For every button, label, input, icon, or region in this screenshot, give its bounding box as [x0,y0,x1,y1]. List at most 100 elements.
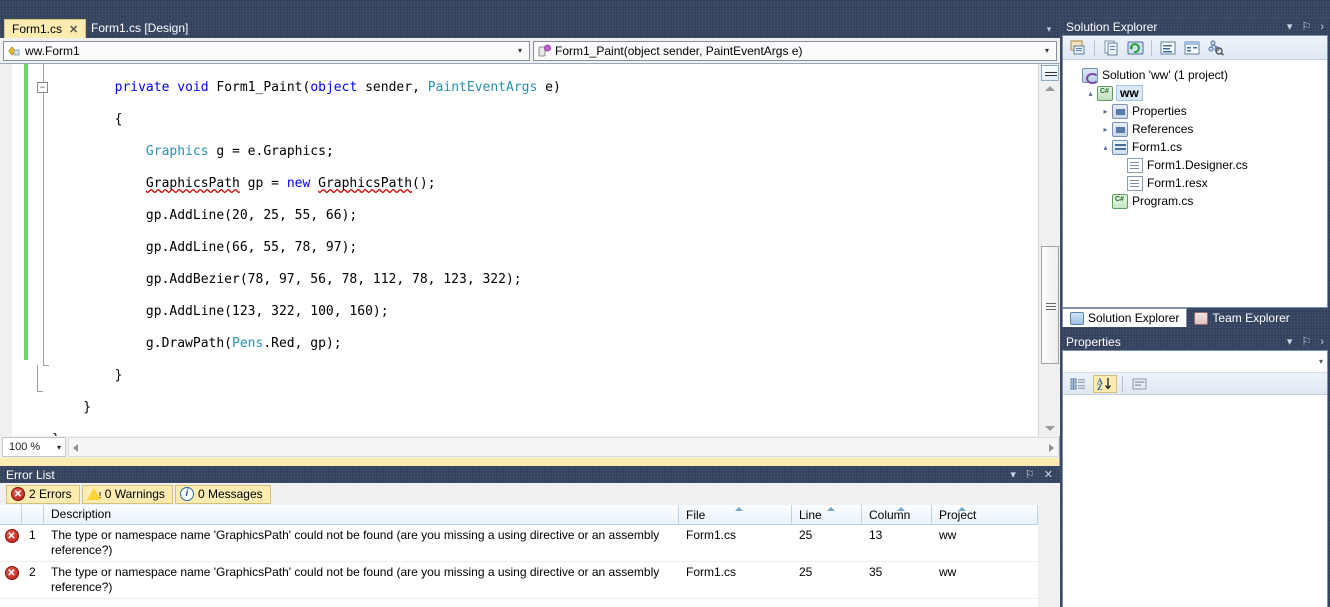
code-line: Graphics g = e.Graphics; [145,144,334,159]
error-icon: ✕ [0,525,22,561]
chevron-down-icon[interactable]: ▾ [1319,357,1323,366]
editor-bottom-accent [0,458,1060,466]
warnings-chip-label: 0 Warnings [104,487,165,501]
table-row[interactable]: ✕ 1 The type or namespace name 'GraphicsPa… [0,525,1038,562]
code-text[interactable]: private void Form1_Paint(object sender, … [52,64,1033,447]
table-row[interactable]: ✕ 2 The type or namespace name 'GraphicsPa… [0,562,1038,599]
code-editor[interactable]: − private void Form1_Paint(object sender… [0,64,1060,447]
error-list-title: Error List [6,467,55,482]
member-dropdown[interactable]: Form1_Paint(object sender, PaintEventArg… [533,40,1057,61]
team-explorer-icon [1194,311,1209,325]
error-list-header: Description File Line Column Project [0,505,1038,525]
categorized-icon[interactable] [1067,375,1091,393]
tree-item-label: Properties [1132,104,1187,118]
pin-icon[interactable]: ⚐ [1301,335,1311,348]
expander-icon[interactable]: ▸ [1099,125,1112,134]
error-list-rows: ✕ 1 The type or namespace name 'GraphicsPa… [0,525,1038,599]
sort-ascending-icon [826,507,835,511]
solution-tree[interactable]: Solution 'ww' (1 project)▴ww▸Properties▸… [1063,60,1327,210]
chevron-down-icon[interactable]: ▾ [1010,468,1016,481]
header-label: Description [51,507,112,521]
code-line: GraphicsPath gp = new GraphicsPath(); [145,176,436,191]
header-column[interactable]: Column [862,505,932,524]
tree-item-form1-cs[interactable]: ▴ Form1.cs [1069,138,1327,156]
close-icon[interactable]: ✕ [1044,468,1053,481]
header-description[interactable]: Description [44,505,679,524]
collapse-toggle-icon[interactable]: − [37,82,48,93]
expander-icon[interactable]: ▴ [1099,143,1112,152]
header-file[interactable]: File [679,505,792,524]
chevron-down-icon[interactable]: ▾ [1040,46,1054,55]
file-icon [1127,157,1143,173]
view-code-icon[interactable] [1157,38,1179,58]
scroll-right-icon[interactable] [1049,444,1054,452]
alphabetical-icon[interactable]: A Z [1093,374,1117,393]
outlining-margin[interactable]: − [37,64,51,436]
dock-tab-team-explorer[interactable]: Team Explorer [1187,309,1296,327]
scroll-up-icon[interactable] [1045,86,1055,91]
tree-item-ww[interactable]: ▴ ww [1069,84,1327,102]
view-designer-icon[interactable] [1181,38,1203,58]
object-browser-icon[interactable] [1205,38,1227,58]
tree-item-properties[interactable]: ▸ Properties [1069,102,1327,120]
tree-item-form1-resx[interactable]: Form1.resx [1069,174,1327,192]
editor-tab-form1-cs[interactable]: Form1.cs ✕ [4,19,87,38]
editor-horizontal-scrollbar[interactable] [68,437,1059,457]
tree-item-references[interactable]: ▸ References [1069,120,1327,138]
editor-status-row: 100 % ▾ [0,436,1060,458]
csharp-file-icon [1112,193,1128,209]
properties-title: Properties [1066,334,1121,349]
header-line[interactable]: Line [792,505,862,524]
editor-tab-form1-design[interactable]: Form1.cs [Design] [84,18,195,38]
solution-explorer-title-bar: Solution Explorer ▾ ⚐ › [1060,18,1330,35]
editor-tab-label: Form1.cs [Design] [91,21,189,35]
pin-icon[interactable]: ⚐ [1301,20,1311,33]
close-icon[interactable]: › [1320,336,1324,348]
expander-icon[interactable]: ▸ [1099,107,1112,116]
method-icon [537,44,551,58]
chevron-down-icon[interactable]: ▾ [513,46,527,55]
tree-item-solution-ww-1-project[interactable]: Solution 'ww' (1 project) [1069,66,1327,84]
properties-page-icon[interactable] [1100,38,1122,58]
properties-title-bar: Properties ▾ ⚐ › [1060,333,1330,350]
close-icon[interactable]: › [1320,21,1324,33]
error-list-scrollbar[interactable] [1038,505,1060,607]
class-dropdown[interactable]: ww.Form1 ▾ [3,40,530,61]
tree-item-program-cs[interactable]: Program.cs [1069,192,1327,210]
properties-object-dropdown[interactable]: ▾ [1063,351,1327,373]
expander-icon[interactable]: ▴ [1084,89,1097,98]
close-icon[interactable]: ✕ [69,23,78,36]
editor-vertical-scrollbar[interactable] [1038,64,1060,436]
zoom-level-dropdown[interactable]: 100 % ▾ [2,437,66,457]
editor-tab-label: Form1.cs [12,22,63,36]
properties-folder-icon [1112,103,1128,119]
scrollbar-thumb[interactable] [1041,246,1059,364]
tree-item-form1-designer-cs[interactable]: Form1.Designer.cs [1069,156,1327,174]
messages-chip[interactable]: i 0 Messages [174,484,271,504]
refresh-icon[interactable] [1124,38,1146,58]
header-project[interactable]: Project [932,505,1038,524]
show-all-files-icon[interactable] [1067,38,1089,58]
scroll-left-icon[interactable] [73,444,78,452]
editor-navigation-bar: ww.Form1 ▾ Form1_Paint(object sender, Pa… [0,38,1060,64]
property-pages-icon[interactable] [1128,375,1152,393]
dock-tab-solution-explorer[interactable]: Solution Explorer [1062,308,1188,327]
scroll-down-icon[interactable] [1045,426,1055,431]
info-icon: i [179,487,194,501]
error-list-toolbar: ✕ 2 Errors 0 Warnings i 0 Messages [0,483,1060,505]
pin-icon[interactable]: ⚐ [1025,468,1035,481]
row-project: ww [939,565,957,579]
chevron-down-icon[interactable]: ▾ [1287,335,1293,348]
warnings-chip[interactable]: 0 Warnings [81,484,173,504]
error-list-panel: Error List ▾ ⚐ ✕ ✕ 2 Errors 0 Warnings i… [0,466,1060,607]
zoom-level-value: 100 % [9,441,41,453]
tree-item-label: References [1132,122,1194,136]
sort-ascending-icon [735,507,743,511]
split-view-button[interactable] [1041,65,1059,81]
chevron-down-icon[interactable]: ▾ [1287,20,1293,33]
errors-chip[interactable]: ✕ 2 Errors [6,484,80,504]
class-icon [7,44,21,58]
code-line: gp.AddBezier(78, 97, 56, 78, 112, 78, 12… [52,272,522,287]
chevron-down-icon[interactable]: ▾ [57,443,61,452]
chevron-down-icon[interactable]: ▾ [1042,23,1056,35]
